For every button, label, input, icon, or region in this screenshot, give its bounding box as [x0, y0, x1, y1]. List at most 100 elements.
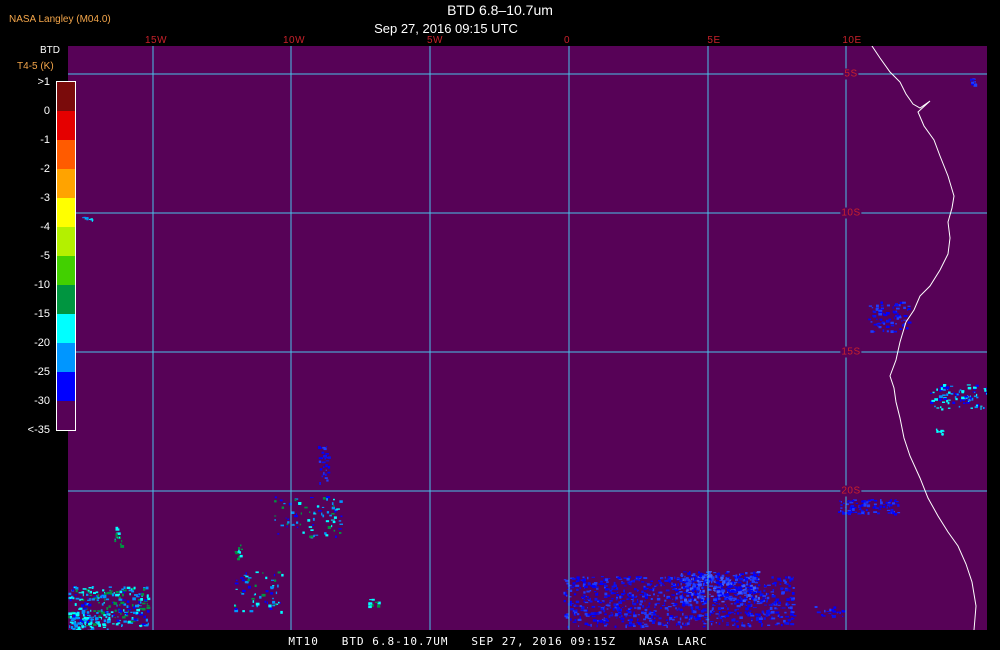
- cloud-pixel: [873, 311, 877, 313]
- cloud-pixel: [570, 618, 572, 621]
- cloud-pixel: [375, 601, 379, 603]
- lat-label-5s: 5S: [843, 68, 859, 80]
- cloud-pixel: [110, 611, 114, 613]
- cloud-pixel: [692, 597, 694, 600]
- cloud-pixel: [721, 574, 725, 577]
- cloud-pixel: [843, 502, 845, 504]
- cloud-pixel: [729, 579, 731, 582]
- cloud-pixel: [880, 308, 884, 310]
- cloud-pixel: [717, 576, 719, 579]
- cloud-pixel: [274, 579, 277, 582]
- cloud-pixel: [769, 606, 773, 610]
- cloud-pixel: [734, 608, 738, 611]
- cloud-pixel: [641, 581, 645, 583]
- cloud-pixel: [718, 615, 720, 617]
- satellite-map[interactable]: [68, 46, 987, 630]
- cloud-pixel: [280, 610, 283, 614]
- cloud-pixel: [723, 596, 726, 598]
- cloud-pixel: [637, 614, 640, 616]
- cloud-pixel: [697, 585, 700, 588]
- cloud-pixel: [882, 504, 886, 506]
- cloud-pixel: [723, 580, 726, 584]
- cloud-pixel: [615, 617, 618, 619]
- cloud-pixel: [321, 475, 324, 478]
- cloud-pixel: [688, 620, 691, 623]
- cloud-pixel: [591, 615, 596, 618]
- cloud-pixel: [735, 601, 740, 604]
- cloud-pixel: [106, 619, 111, 623]
- cloud-pixel: [945, 386, 950, 390]
- cloud-pixel: [760, 599, 764, 602]
- cloud-pixel: [709, 585, 713, 587]
- cloud-pixel: [642, 605, 645, 608]
- cloud-pixel: [755, 588, 758, 591]
- cloud-pixel: [709, 610, 712, 613]
- cloud-pixel: [106, 611, 109, 613]
- cloud-pixel: [321, 461, 326, 464]
- cloud-pixel: [133, 618, 138, 621]
- cloud-pixel: [697, 609, 701, 611]
- cloud-pixel: [680, 575, 684, 577]
- cloud-pixel: [630, 599, 634, 600]
- cloud-pixel: [336, 508, 340, 510]
- cloud-pixel: [739, 616, 743, 619]
- cloud-pixel: [885, 325, 890, 328]
- cloud-pixel: [973, 386, 977, 389]
- cloud-pixel: [906, 327, 909, 330]
- cloud-pixel: [984, 388, 986, 391]
- cloud-pixel: [941, 408, 944, 411]
- cloud-pixel: [842, 615, 844, 617]
- cloud-pixel: [691, 574, 694, 577]
- cloud-pixel: [645, 596, 648, 599]
- cloud-pixel: [68, 592, 72, 596]
- cloud-pixel: [763, 617, 766, 620]
- cloud-pixel: [84, 218, 87, 220]
- cloud-pixel: [935, 428, 938, 431]
- cloud-pixel: [907, 307, 911, 311]
- legend-tick-label: -2: [40, 163, 50, 175]
- cloud-pixel: [658, 617, 662, 620]
- cloud-pixel: [738, 586, 743, 589]
- cloud-pixel: [780, 624, 783, 627]
- cloud-pixel: [784, 611, 787, 614]
- cloud-pixel: [589, 590, 592, 592]
- cloud-pixel: [577, 618, 582, 621]
- cloud-pixel: [70, 619, 75, 622]
- cloud-pixel: [321, 512, 323, 516]
- cloud-pixel: [106, 591, 109, 595]
- cloud-pixel: [607, 594, 611, 597]
- cloud-pixel: [270, 587, 274, 590]
- cloud-pixel: [98, 624, 101, 627]
- color-legend-bar: [56, 81, 76, 431]
- cloud-pixel: [118, 610, 123, 613]
- cloud-pixel: [572, 582, 576, 585]
- cloud-pixel: [634, 588, 637, 591]
- cloud-pixel: [789, 606, 793, 610]
- cloud-pixel: [247, 578, 250, 582]
- cloud-pixel: [940, 387, 943, 391]
- cloud-pixel: [777, 615, 780, 617]
- cloud-pixel: [286, 525, 288, 528]
- cloud-pixel: [633, 625, 636, 627]
- cloud-pixel: [596, 588, 599, 590]
- cloud-pixel: [682, 622, 684, 625]
- cloud-pixel: [771, 595, 776, 598]
- cloud-pixel: [74, 624, 78, 628]
- cloud-pixel: [111, 615, 114, 618]
- cloud-pixel: [313, 534, 315, 538]
- cloud-pixel: [753, 591, 757, 594]
- cloud-pixel: [119, 590, 123, 594]
- cloud-pixel: [753, 607, 757, 609]
- cloud-pixel: [683, 571, 687, 573]
- cloud-pixel: [69, 625, 71, 629]
- cloud-pixel: [330, 519, 335, 521]
- cloud-pixel: [655, 615, 660, 617]
- cloud-pixel: [255, 602, 260, 606]
- cloud-pixel: [691, 578, 693, 580]
- cloud-pixel: [694, 577, 697, 581]
- cloud-pixel: [752, 591, 755, 595]
- cloud-pixel: [623, 585, 627, 587]
- cloud-pixel: [775, 599, 779, 602]
- cloud-pixel: [653, 593, 655, 596]
- cloud-pixel: [648, 612, 652, 615]
